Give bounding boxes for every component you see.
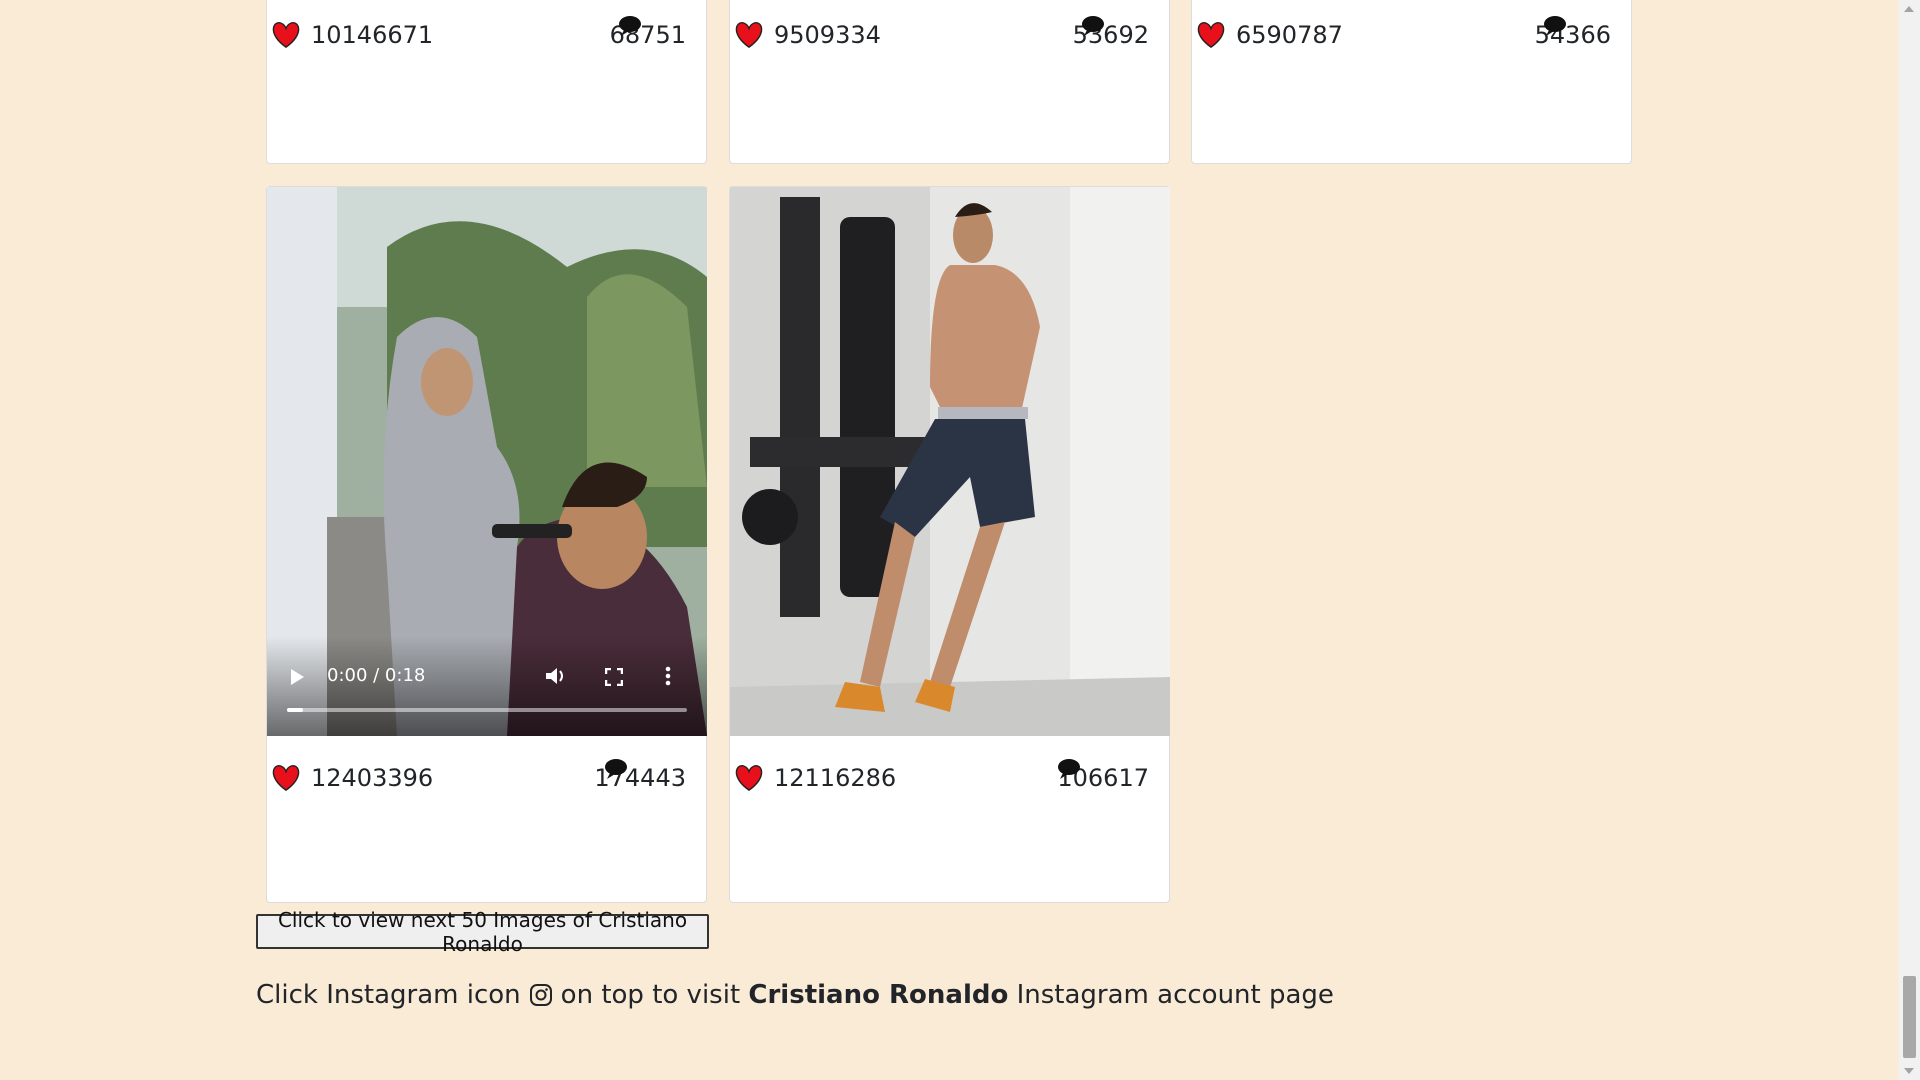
post-card: 12116286 106617	[729, 186, 1170, 903]
comments: 54366	[1535, 16, 1611, 49]
instagram-icon	[529, 984, 552, 1006]
footer-suffix: Instagram account page	[1016, 980, 1334, 1010]
comments: 68751	[610, 16, 686, 49]
video-progress-fill	[287, 708, 303, 712]
like-count: 12403396	[311, 764, 434, 792]
account-name: Cristiano Ronaldo	[748, 980, 1009, 1010]
heart-icon	[735, 765, 763, 791]
scroll-up-arrow-icon[interactable]	[1904, 6, 1914, 12]
post-image[interactable]	[730, 187, 1170, 736]
video-progress-bar[interactable]	[287, 708, 687, 712]
post-card: 10146671 68751	[266, 0, 707, 164]
comment-icon	[1058, 759, 1081, 779]
likes: 10146671	[271, 21, 433, 49]
fullscreen-icon[interactable]	[605, 668, 623, 686]
likes: 12403396	[271, 764, 433, 792]
comment-icon	[618, 16, 641, 36]
video-time: 0:00 / 0:18	[327, 665, 426, 686]
heart-icon	[272, 22, 300, 48]
like-count: 12116286	[774, 764, 897, 792]
post-stats: 6590787 54366	[1192, 16, 1631, 61]
comment-icon	[605, 759, 628, 779]
footer-note: Click Instagram icon on top to visit Cri…	[256, 980, 1334, 1010]
heart-icon	[272, 765, 300, 791]
video-player[interactable]: 0:00 / 0:18	[267, 187, 707, 736]
video-controls: 0:00 / 0:18	[267, 636, 707, 736]
play-icon[interactable]	[289, 668, 305, 686]
more-options-icon[interactable]	[665, 666, 671, 686]
post-stats: 12403396 174443	[267, 759, 706, 804]
like-count: 10146671	[311, 21, 434, 49]
comment-icon	[1543, 16, 1566, 36]
likes: 9509334	[734, 21, 881, 49]
likes: 6590787	[1196, 21, 1343, 49]
view-next-50-images-button[interactable]: Click to view next 50 Images of Cristian…	[256, 908, 709, 956]
footer-middle: on top to visit	[560, 980, 741, 1010]
page-scrollbar[interactable]	[1899, 0, 1920, 1080]
like-count: 6590787	[1236, 21, 1343, 49]
post-card: 9509334 53692	[729, 0, 1170, 164]
heart-icon	[735, 22, 763, 48]
heart-icon	[1197, 22, 1225, 48]
comments: 106617	[1057, 759, 1149, 792]
comments: 53692	[1073, 16, 1149, 49]
comment-icon	[1081, 16, 1104, 36]
scroll-down-arrow-icon[interactable]	[1904, 1068, 1914, 1074]
footer-prefix: Click Instagram icon	[256, 980, 521, 1010]
volume-icon[interactable]	[545, 666, 567, 686]
likes: 12116286	[734, 764, 896, 792]
post-stats: 9509334 53692	[730, 16, 1169, 61]
post-photo	[730, 187, 1170, 736]
post-stats: 10146671 68751	[267, 16, 706, 61]
post-card: 6590787 54366	[1191, 0, 1632, 164]
post-stats: 12116286 106617	[730, 759, 1169, 804]
comments: 174443	[594, 759, 686, 792]
like-count: 9509334	[774, 21, 881, 49]
post-card: 0:00 / 0:18 12403396 174443	[266, 186, 707, 903]
scrollbar-thumb[interactable]	[1903, 976, 1916, 1058]
